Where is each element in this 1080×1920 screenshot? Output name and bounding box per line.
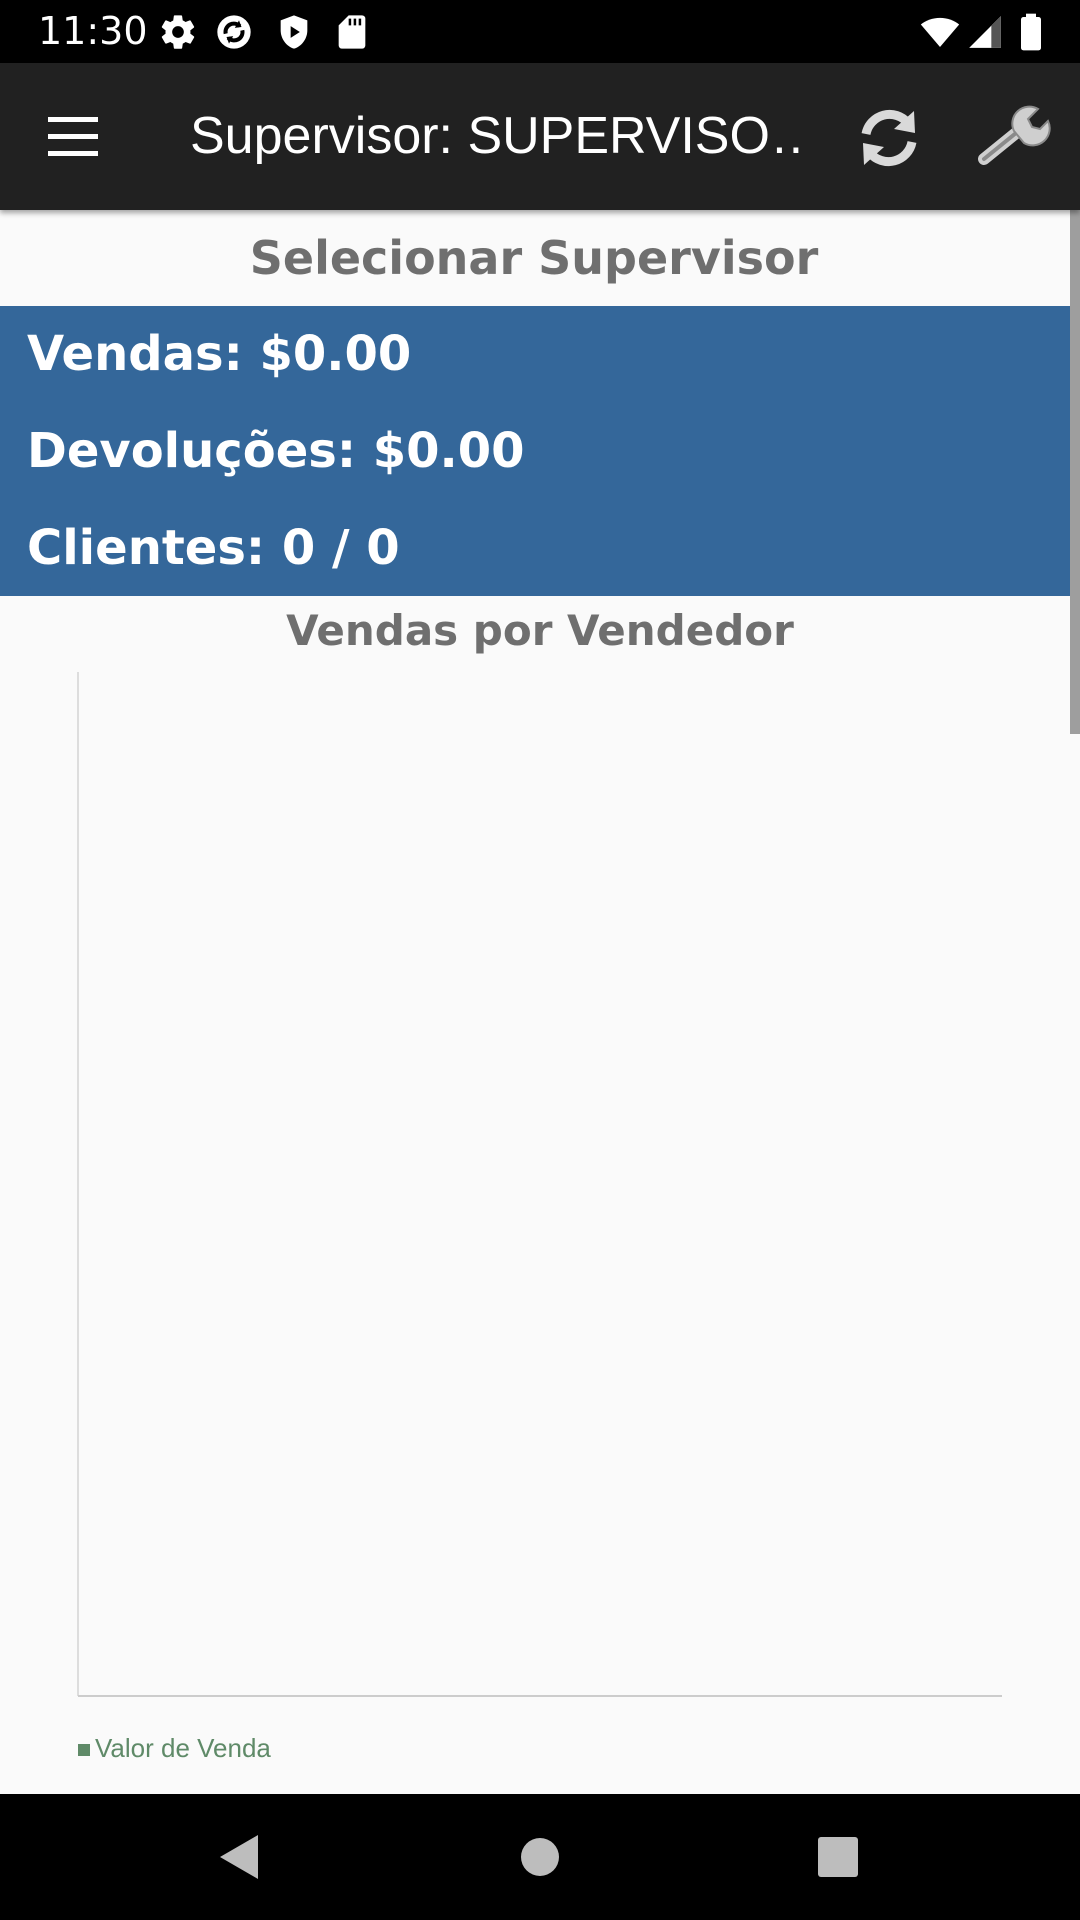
app-screen: 11:30 Supervisor: SUPERVISO… Selecionar … bbox=[0, 0, 1080, 1920]
shield-play-icon bbox=[280, 15, 308, 49]
content-area: Selecionar Supervisor Vendas: $0.00 Devo… bbox=[0, 210, 1080, 1794]
legend-label: Valor de Venda bbox=[95, 1733, 271, 1763]
navigation-bar bbox=[0, 1794, 1080, 1920]
hamburger-menu-icon[interactable] bbox=[38, 107, 108, 167]
chart-title: Vendas por Vendedor bbox=[286, 606, 794, 655]
chart-legend: Valor de Venda bbox=[78, 1730, 271, 1766]
refresh-icon[interactable] bbox=[852, 101, 926, 175]
signal-icon bbox=[969, 16, 1001, 48]
returns-total: Devoluções: $0.00 bbox=[27, 423, 525, 479]
settings-icon bbox=[161, 15, 195, 49]
status-bar: 11:30 bbox=[0, 0, 1080, 63]
back-icon[interactable] bbox=[208, 1827, 268, 1887]
home-icon[interactable] bbox=[510, 1827, 570, 1887]
sales-total: Vendas: $0.00 bbox=[27, 326, 412, 382]
app-bar: Supervisor: SUPERVISO… bbox=[0, 63, 1080, 210]
clients-count: Clientes: 0 / 0 bbox=[27, 520, 400, 576]
status-time: 11:30 bbox=[38, 9, 148, 53]
summary-panel: Vendas: $0.00 Devoluções: $0.00 Clientes… bbox=[0, 306, 1080, 596]
sd-card-icon bbox=[338, 15, 366, 49]
legend-swatch bbox=[78, 1744, 90, 1757]
scrollbar[interactable] bbox=[1070, 210, 1080, 734]
recents-icon[interactable] bbox=[808, 1827, 868, 1887]
select-supervisor-button[interactable]: Selecionar Supervisor bbox=[0, 210, 1068, 306]
app-title: Supervisor: SUPERVISO… bbox=[190, 107, 800, 165]
sync-app-icon bbox=[217, 15, 251, 49]
wifi-icon bbox=[920, 17, 960, 47]
battery-icon bbox=[1021, 13, 1041, 51]
wrench-icon[interactable] bbox=[976, 103, 1052, 173]
sales-by-seller-chart bbox=[77, 672, 1002, 1697]
